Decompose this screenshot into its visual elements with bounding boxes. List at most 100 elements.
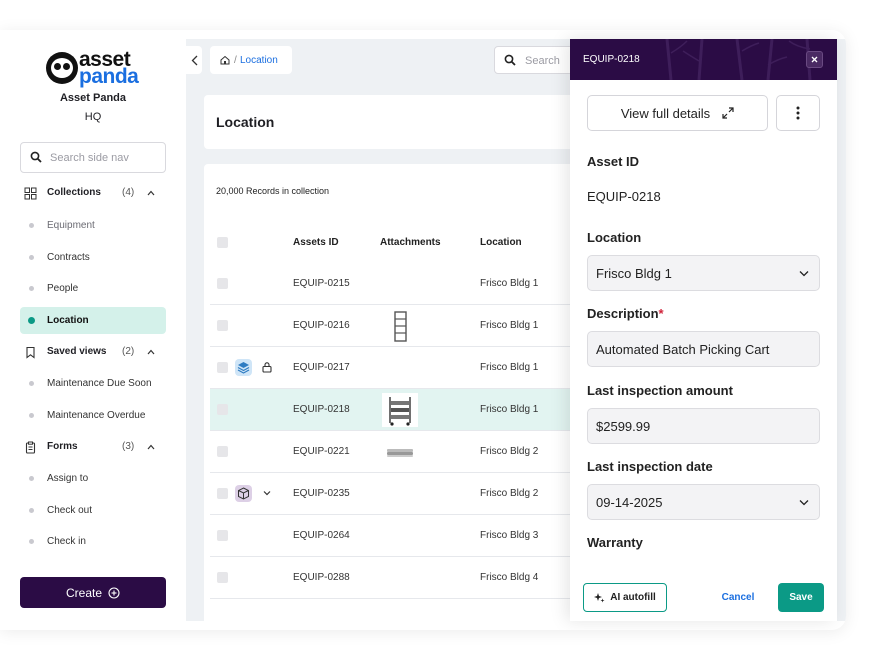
plus-circle-icon (108, 586, 120, 599)
location-cell: Frisco Bldg 1 (480, 404, 539, 415)
bullet-icon (28, 317, 35, 324)
inspection-date-label: Last inspection date (587, 459, 713, 474)
table-row[interactable]: EQUIP-0216 Frisco Bldg 1 (210, 305, 604, 347)
collapse-sidebar-button[interactable] (186, 46, 202, 74)
location-select-value: Frisco Bldg 1 (596, 266, 672, 281)
column-header-attachments[interactable]: Attachments (380, 237, 441, 248)
sidebar-item-equipment[interactable]: Equipment (20, 212, 166, 239)
sidebar-item-label: People (47, 283, 79, 294)
bamboo-pattern-decoration (665, 39, 812, 80)
table-row[interactable]: EQUIP-0264 Frisco Bldg 3 (210, 515, 604, 557)
sidebar-item-check-in[interactable]: Check in (20, 528, 166, 555)
warranty-label: Warranty (587, 535, 643, 550)
nav-group-label: Collections (47, 187, 101, 198)
nav-group-saved-views[interactable]: Saved views (2) (20, 342, 166, 364)
description-field[interactable]: Automated Batch Picking Cart (587, 331, 820, 367)
chevron-up-icon[interactable] (147, 189, 155, 197)
select-all-checkbox[interactable] (217, 237, 228, 248)
view-full-details-button[interactable]: View full details (587, 95, 768, 131)
create-button[interactable]: Create (20, 577, 166, 608)
column-header-assets-id[interactable]: Assets ID (293, 237, 339, 248)
shelf-attachment-thumbnail[interactable] (382, 309, 418, 343)
description-label-text: Description (587, 306, 659, 321)
close-icon (811, 56, 818, 63)
table-row[interactable]: EQUIP-0217 Frisco Bldg 1 (210, 347, 604, 389)
view-full-details-label: View full details (620, 105, 711, 121)
record-count: 20,000 Records in collection (216, 186, 330, 196)
breadcrumb-current[interactable]: Location (240, 55, 278, 66)
home-icon[interactable] (220, 55, 230, 65)
side-nav-search[interactable] (20, 142, 166, 173)
bookmark-icon (26, 346, 35, 359)
inspection-amount-value: $2599.99 (596, 419, 651, 434)
inspection-amount-field[interactable]: $2599.99 (587, 408, 820, 444)
sidebar-item-location[interactable]: Location (20, 307, 166, 334)
save-button[interactable]: Save (778, 583, 824, 612)
column-header-location[interactable]: Location (480, 237, 522, 248)
row-checkbox[interactable] (217, 446, 228, 457)
location-cell: Frisco Bldg 1 (480, 278, 539, 289)
search-icon (30, 151, 42, 163)
bullet-icon (29, 381, 34, 386)
sidebar-item-assign-to[interactable]: Assign to (20, 465, 166, 492)
row-checkbox[interactable] (217, 530, 228, 541)
chevron-down-icon (799, 500, 809, 506)
asset-panda-logo[interactable]: asset panda (46, 48, 142, 88)
create-button-label: Create (65, 585, 103, 600)
app-window: asset panda Asset Panda HQ Collections (… (0, 30, 846, 630)
sidebar-item-label: Location (47, 315, 89, 326)
grid-icon (24, 187, 37, 200)
table-row-selected[interactable]: EQUIP-0218 Frisco Bldg 1 (210, 389, 604, 431)
sidebar-item-people[interactable]: People (20, 275, 166, 302)
bullet-icon (29, 508, 34, 513)
box-icon[interactable] (235, 485, 252, 502)
lock-icon (262, 362, 272, 373)
chevron-up-icon[interactable] (147, 348, 155, 356)
chevron-down-icon (799, 271, 809, 277)
row-checkbox[interactable] (217, 488, 228, 499)
layers-icon[interactable] (235, 359, 252, 376)
bullet-icon (29, 476, 34, 481)
row-checkbox[interactable] (217, 572, 228, 583)
sidebar-item-maintenance-overdue[interactable]: Maintenance Overdue (20, 402, 166, 429)
table-row[interactable]: EQUIP-0215 Frisco Bldg 1 (210, 263, 604, 305)
sidebar-item-label: Check in (47, 536, 86, 547)
page-header: Location (204, 95, 604, 149)
nav-group-collections[interactable]: Collections (4) (20, 183, 166, 205)
cancel-button[interactable]: Cancel (710, 583, 766, 612)
chevron-up-icon[interactable] (147, 443, 155, 451)
description-field-value: Automated Batch Picking Cart (596, 342, 770, 357)
table-row[interactable]: EQUIP-0288 Frisco Bldg 4 (210, 557, 604, 599)
nav-group-count: (2) (122, 346, 135, 357)
nav-group-forms[interactable]: Forms (3) (20, 437, 166, 459)
bullet-icon (29, 286, 34, 291)
sidebar-item-contracts[interactable]: Contracts (20, 244, 166, 271)
tray-attachment-thumbnail[interactable] (382, 435, 418, 469)
ai-autofill-button[interactable]: AI autofill (583, 583, 667, 612)
row-checkbox[interactable] (217, 320, 228, 331)
sidebar-item-label: Equipment (47, 220, 95, 231)
close-drawer-button[interactable] (806, 51, 823, 68)
sidebar-item-maintenance-due-soon[interactable]: Maintenance Due Soon (20, 370, 166, 397)
bullet-icon (29, 539, 34, 544)
nav-group-count: (3) (122, 441, 135, 452)
nav-group-count: (4) (122, 187, 135, 198)
more-options-button[interactable] (776, 95, 820, 131)
row-checkbox[interactable] (217, 362, 228, 373)
sidebar-item-label: Contracts (47, 252, 90, 263)
sidebar-item-check-out[interactable]: Check out (20, 497, 166, 524)
breadcrumb-separator: / (234, 55, 237, 66)
inspection-date-field[interactable]: 09-14-2025 (587, 484, 820, 520)
table-row[interactable]: EQUIP-0235 Frisco Bldg 2 (210, 473, 604, 515)
asset-id-cell: EQUIP-0218 (293, 404, 350, 415)
side-nav-search-input[interactable] (50, 149, 160, 167)
picking-cart-attachment-thumbnail[interactable] (382, 393, 418, 427)
row-checkbox[interactable] (217, 278, 228, 289)
table-row[interactable]: EQUIP-0221 Frisco Bldg 2 (210, 431, 604, 473)
chevron-down-icon[interactable] (261, 487, 273, 499)
org-subtitle: HQ (84, 111, 102, 123)
row-checkbox[interactable] (217, 404, 228, 415)
location-select[interactable]: Frisco Bldg 1 (587, 255, 820, 291)
asset-id-cell: EQUIP-0216 (293, 320, 350, 331)
records-table: 20,000 Records in collection Assets ID A… (204, 164, 604, 624)
